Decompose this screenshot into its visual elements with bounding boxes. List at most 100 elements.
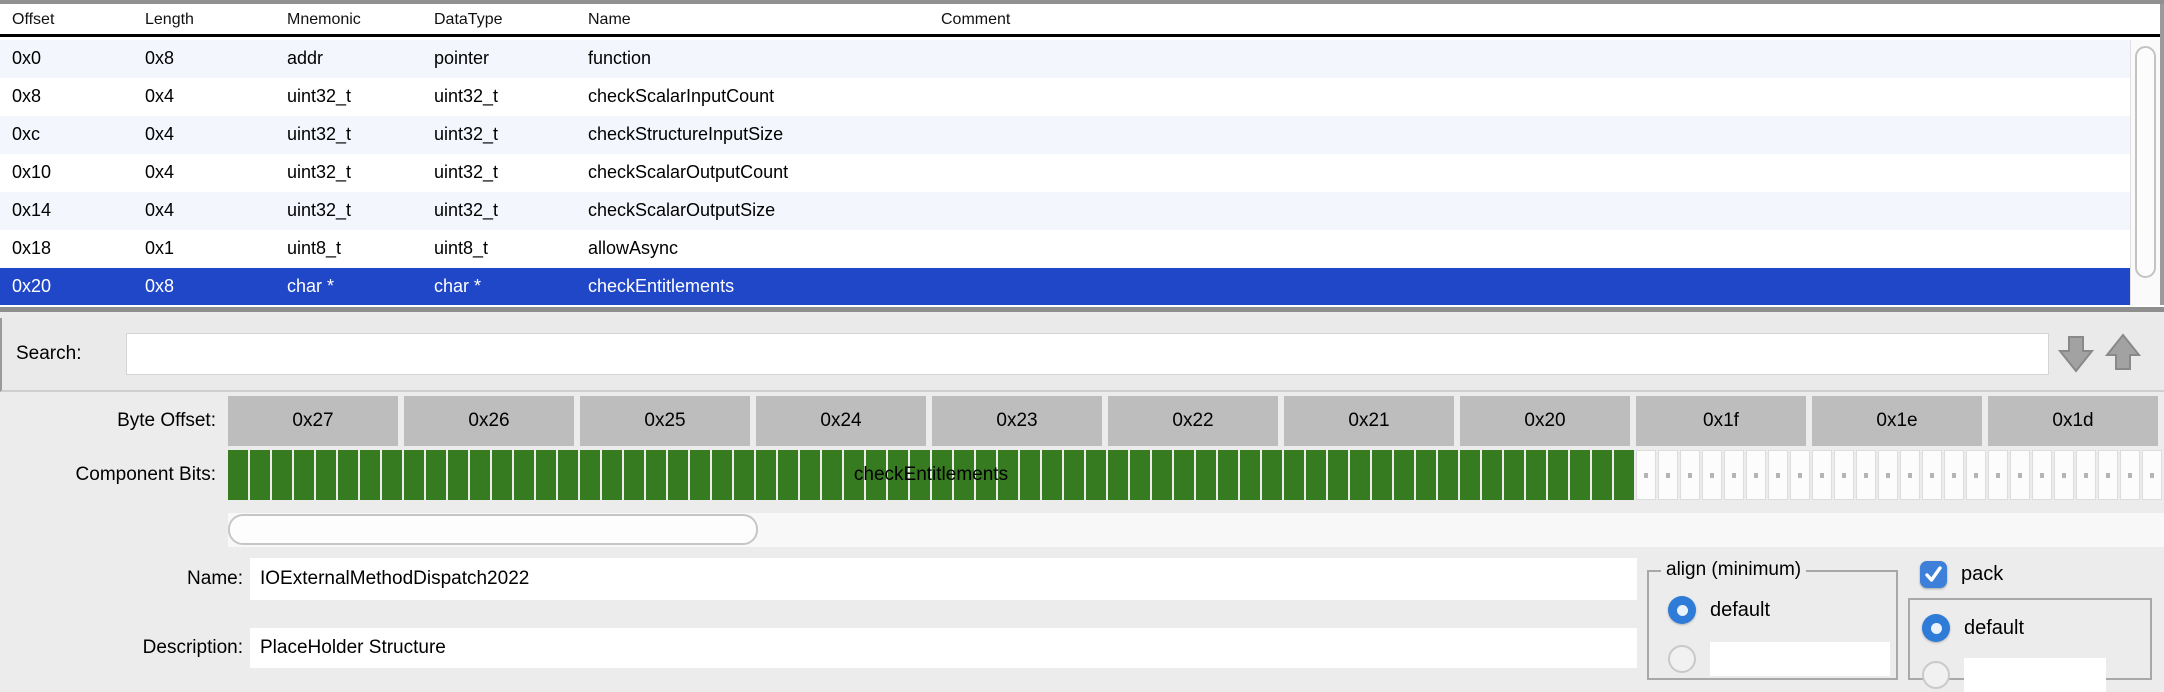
component-bit-filled[interactable] [1108,450,1128,500]
component-bit-empty[interactable] [1680,450,1700,500]
search-next-button[interactable] [2054,332,2098,376]
pack-default-option[interactable]: default [1922,614,2024,642]
component-bit-filled[interactable] [1284,450,1304,500]
byte-offset-cell[interactable]: 0x1f [1636,396,1806,446]
component-bit-empty[interactable] [2054,450,2074,500]
component-bit-filled[interactable] [712,450,732,500]
component-bit-empty[interactable] [1900,450,1920,500]
description-field[interactable] [250,628,1637,668]
checkbox-checked-icon[interactable] [1920,561,1947,588]
component-bit-filled[interactable] [1614,450,1634,500]
component-bit-filled[interactable] [1042,450,1062,500]
search-input[interactable] [126,333,2049,375]
search-previous-button[interactable] [2101,332,2145,376]
component-bit-filled[interactable] [536,450,556,500]
component-bit-filled[interactable] [1526,450,1546,500]
component-bit-filled[interactable] [1482,450,1502,500]
vertical-scrollbar-thumb[interactable] [2135,46,2156,278]
component-bit-filled[interactable] [1570,450,1590,500]
horizontal-scrollbar[interactable] [228,513,2164,547]
component-bit-filled[interactable] [1064,450,1084,500]
component-bit-filled[interactable] [756,450,776,500]
component-bit-filled[interactable] [228,450,248,500]
component-bit-empty[interactable] [2142,450,2162,500]
byte-offset-cell[interactable]: 0x23 [932,396,1102,446]
component-bit-empty[interactable] [1878,450,1898,500]
component-bit-filled[interactable] [1592,450,1612,500]
component-bit-empty[interactable] [2120,450,2140,500]
component-bit-filled[interactable] [250,450,270,500]
name-field[interactable] [250,558,1637,600]
component-bit-filled[interactable] [1394,450,1414,500]
component-bit-filled[interactable] [316,450,336,500]
component-bit-filled[interactable] [844,450,864,500]
component-bit-filled[interactable] [404,450,424,500]
column-header-datatype[interactable]: DataType [434,11,502,29]
column-header-name[interactable]: Name [588,11,631,29]
component-bit-filled[interactable] [470,450,490,500]
component-bit-empty[interactable] [1746,450,1766,500]
component-bit-empty[interactable] [1658,450,1678,500]
component-bit-filled[interactable] [382,450,402,500]
byte-offset-cell[interactable]: 0x25 [580,396,750,446]
component-bit-empty[interactable] [2032,450,2052,500]
component-bit-empty[interactable] [2076,450,2096,500]
component-bit-filled[interactable] [1548,450,1568,500]
component-bit-filled[interactable] [690,450,710,500]
component-bit-empty[interactable] [1944,450,1964,500]
component-bit-filled[interactable] [1086,450,1106,500]
component-bit-filled[interactable] [1328,450,1348,500]
component-bit-filled[interactable] [778,450,798,500]
table-row[interactable]: 0x14 0x4 uint32_t uint32_t checkScalarOu… [0,192,2130,230]
component-bit-empty[interactable] [1834,450,1854,500]
component-bit-empty[interactable] [1790,450,1810,500]
component-bit-empty[interactable] [1966,450,1986,500]
table-row-selected[interactable]: 0x20 0x8 char * char * checkEntitlements [0,268,2130,306]
component-bit-filled[interactable] [888,450,908,500]
component-bit-filled[interactable] [1152,450,1172,500]
byte-offset-cell[interactable]: 0x22 [1108,396,1278,446]
radio-selected-icon[interactable] [1922,614,1950,642]
component-bit-filled[interactable] [1196,450,1216,500]
component-bit-empty[interactable] [1812,450,1832,500]
component-bit-filled[interactable] [426,450,446,500]
table-row[interactable]: 0x18 0x1 uint8_t uint8_t allowAsync [0,230,2130,268]
component-bit-filled[interactable] [1240,450,1260,500]
component-bit-empty[interactable] [1724,450,1744,500]
component-bit-filled[interactable] [1438,450,1458,500]
table-row[interactable]: 0x10 0x4 uint32_t uint32_t checkScalarOu… [0,154,2130,192]
radio-selected-icon[interactable] [1668,596,1696,624]
byte-offset-cell[interactable]: 0x24 [756,396,926,446]
component-bit-filled[interactable] [338,450,358,500]
component-bit-filled[interactable] [668,450,688,500]
component-bit-filled[interactable] [602,450,622,500]
component-bit-filled[interactable] [1262,450,1282,500]
component-bit-filled[interactable] [800,450,820,500]
component-bit-empty[interactable] [1988,450,2008,500]
column-header-length[interactable]: Length [145,11,194,29]
component-bit-filled[interactable] [1350,450,1370,500]
column-header-offset[interactable]: Offset [12,11,54,29]
align-value-field[interactable] [1710,642,1890,676]
component-bit-filled[interactable] [976,450,996,500]
column-header-mnemonic[interactable]: Mnemonic [287,11,361,29]
component-bit-filled[interactable] [1306,450,1326,500]
component-bit-filled[interactable] [910,450,930,500]
component-bit-filled[interactable] [1416,450,1436,500]
component-bit-empty[interactable] [1636,450,1656,500]
component-bit-filled[interactable] [272,450,292,500]
component-bit-filled[interactable] [1372,450,1392,500]
component-bit-filled[interactable] [580,450,600,500]
pack-option[interactable]: pack [1920,561,2003,588]
panel-splitter[interactable] [0,305,2164,318]
component-bit-empty[interactable] [1922,450,1942,500]
component-bit-filled[interactable] [822,450,842,500]
pack-custom-option[interactable] [1922,658,2106,692]
component-bit-filled[interactable] [1218,450,1238,500]
table-row[interactable]: 0x0 0x8 addr pointer function [0,40,2130,78]
align-custom-option[interactable] [1668,642,1890,676]
component-bit-filled[interactable] [734,450,754,500]
component-bit-empty[interactable] [1856,450,1876,500]
component-bit-filled[interactable] [1504,450,1524,500]
component-bit-filled[interactable] [514,450,534,500]
